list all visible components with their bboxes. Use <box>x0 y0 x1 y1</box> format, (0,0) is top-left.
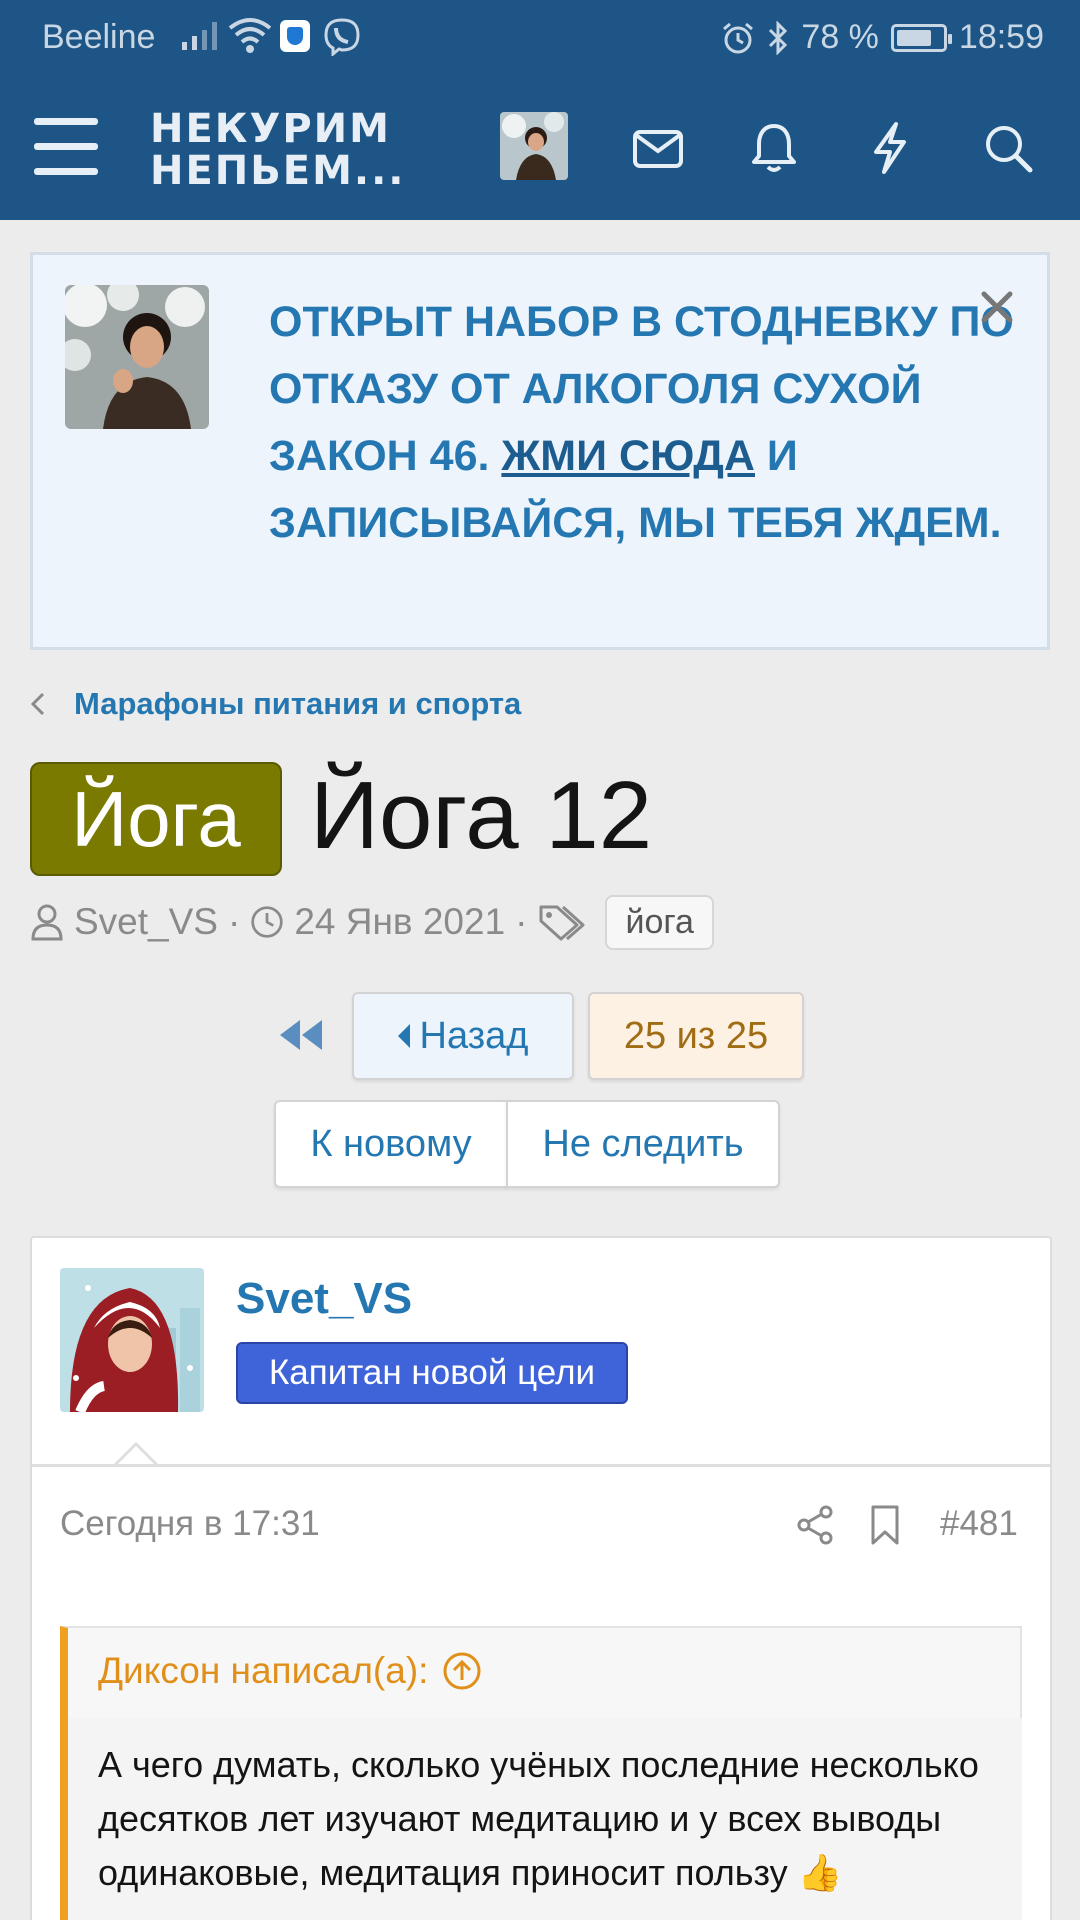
unwatch-button[interactable]: Не следить <box>506 1100 780 1188</box>
tags-icon <box>539 905 585 941</box>
first-page-icon[interactable] <box>276 1016 326 1054</box>
thread-tag[interactable]: йога <box>605 894 714 950</box>
user-icon <box>31 904 63 941</box>
site-logo[interactable]: НЕКУРИМ НЕПЬЕМ... <box>150 108 405 192</box>
logo-line-2: НЕПЬЕМ... <box>150 148 406 194</box>
back-button-label: Назад <box>419 1014 529 1057</box>
share-icon[interactable] <box>796 1504 836 1546</box>
envelope-icon[interactable] <box>630 120 686 176</box>
post: Svet_VS Капитан новой цели Сегодня в 17:… <box>30 1236 1052 1920</box>
shield-app-icon <box>280 20 310 52</box>
quote-author: Диксон написал(а): <box>98 1650 429 1691</box>
to-new-button[interactable]: К новому <box>274 1100 508 1188</box>
status-bar: Beeline 78 % 18:59 <box>0 0 1080 74</box>
user-rank-badge: Капитан новой цели <box>236 1342 628 1404</box>
quote-header[interactable]: Диксон написал(а): <box>98 1650 482 1692</box>
post-avatar[interactable] <box>60 1268 204 1412</box>
logo-line-1: НЕКУРИМ <box>150 106 391 152</box>
notice-link[interactable]: ЖМИ СЮДА <box>501 432 755 480</box>
thread-meta: Svet_VS · 24 Янв 2021 · йога <box>30 894 714 950</box>
post-username[interactable]: Svet_VS <box>236 1274 412 1324</box>
breadcrumb[interactable]: Марафоны питания и спорта <box>30 686 521 722</box>
notice-banner: ОТКРЫТ НАБОР В СТОДНЕВКУ ПО ОТКАЗУ ОТ АЛ… <box>30 252 1050 650</box>
wifi-icon <box>228 18 272 53</box>
back-button[interactable]: Назад <box>352 992 574 1080</box>
carrier-name: Beeline <box>42 18 156 56</box>
avatar[interactable] <box>500 112 568 180</box>
divider-arrow <box>112 1442 160 1467</box>
breadcrumb-label: Марафоны питания и спорта <box>74 686 522 721</box>
lightning-icon[interactable] <box>862 120 918 176</box>
signal-icon <box>182 20 217 50</box>
arrow-up-circle-icon[interactable] <box>442 1651 482 1691</box>
post-date[interactable]: Сегодня в 17:31 <box>60 1504 320 1544</box>
post-divider <box>32 1464 1050 1467</box>
alarm-icon <box>723 22 754 53</box>
clock: 18:59 <box>958 18 1044 56</box>
battery-percent: 78 % <box>801 18 879 56</box>
chevron-left-icon <box>30 692 45 716</box>
post-number[interactable]: #481 <box>940 1504 1018 1544</box>
bluetooth-icon <box>769 20 788 55</box>
page-title: Йога 12 <box>310 762 653 869</box>
thread-author[interactable]: Svet_VS <box>74 901 218 943</box>
close-icon[interactable] <box>979 289 1015 325</box>
app-header: НЕКУРИМ НЕПЬЕМ... <box>0 74 1080 220</box>
battery-icon <box>890 23 952 52</box>
notice-avatar <box>65 285 209 429</box>
search-icon[interactable] <box>980 120 1036 176</box>
thread-prefix[interactable]: Йога <box>30 762 282 876</box>
clock-icon <box>251 906 283 938</box>
bell-icon[interactable] <box>746 120 802 176</box>
quote-text: А чего думать, сколько учёных последние … <box>68 1718 1022 1920</box>
viber-icon <box>324 18 360 56</box>
bookmark-icon[interactable] <box>868 1504 902 1546</box>
page-indicator-button[interactable]: 25 из 25 <box>588 992 804 1080</box>
notice-text: ОТКРЫТ НАБОР В СТОДНЕВКУ ПО ОТКАЗУ ОТ АЛ… <box>269 298 1014 547</box>
meta-separator: · <box>227 901 241 942</box>
quote-block: Диксон написал(а): А чего думать, скольк… <box>60 1626 1022 1920</box>
menu-icon[interactable] <box>34 118 100 175</box>
thread-date[interactable]: 24 Янв 2021 <box>294 901 505 943</box>
meta-separator: · <box>515 901 528 942</box>
caret-left-icon <box>397 1024 410 1048</box>
